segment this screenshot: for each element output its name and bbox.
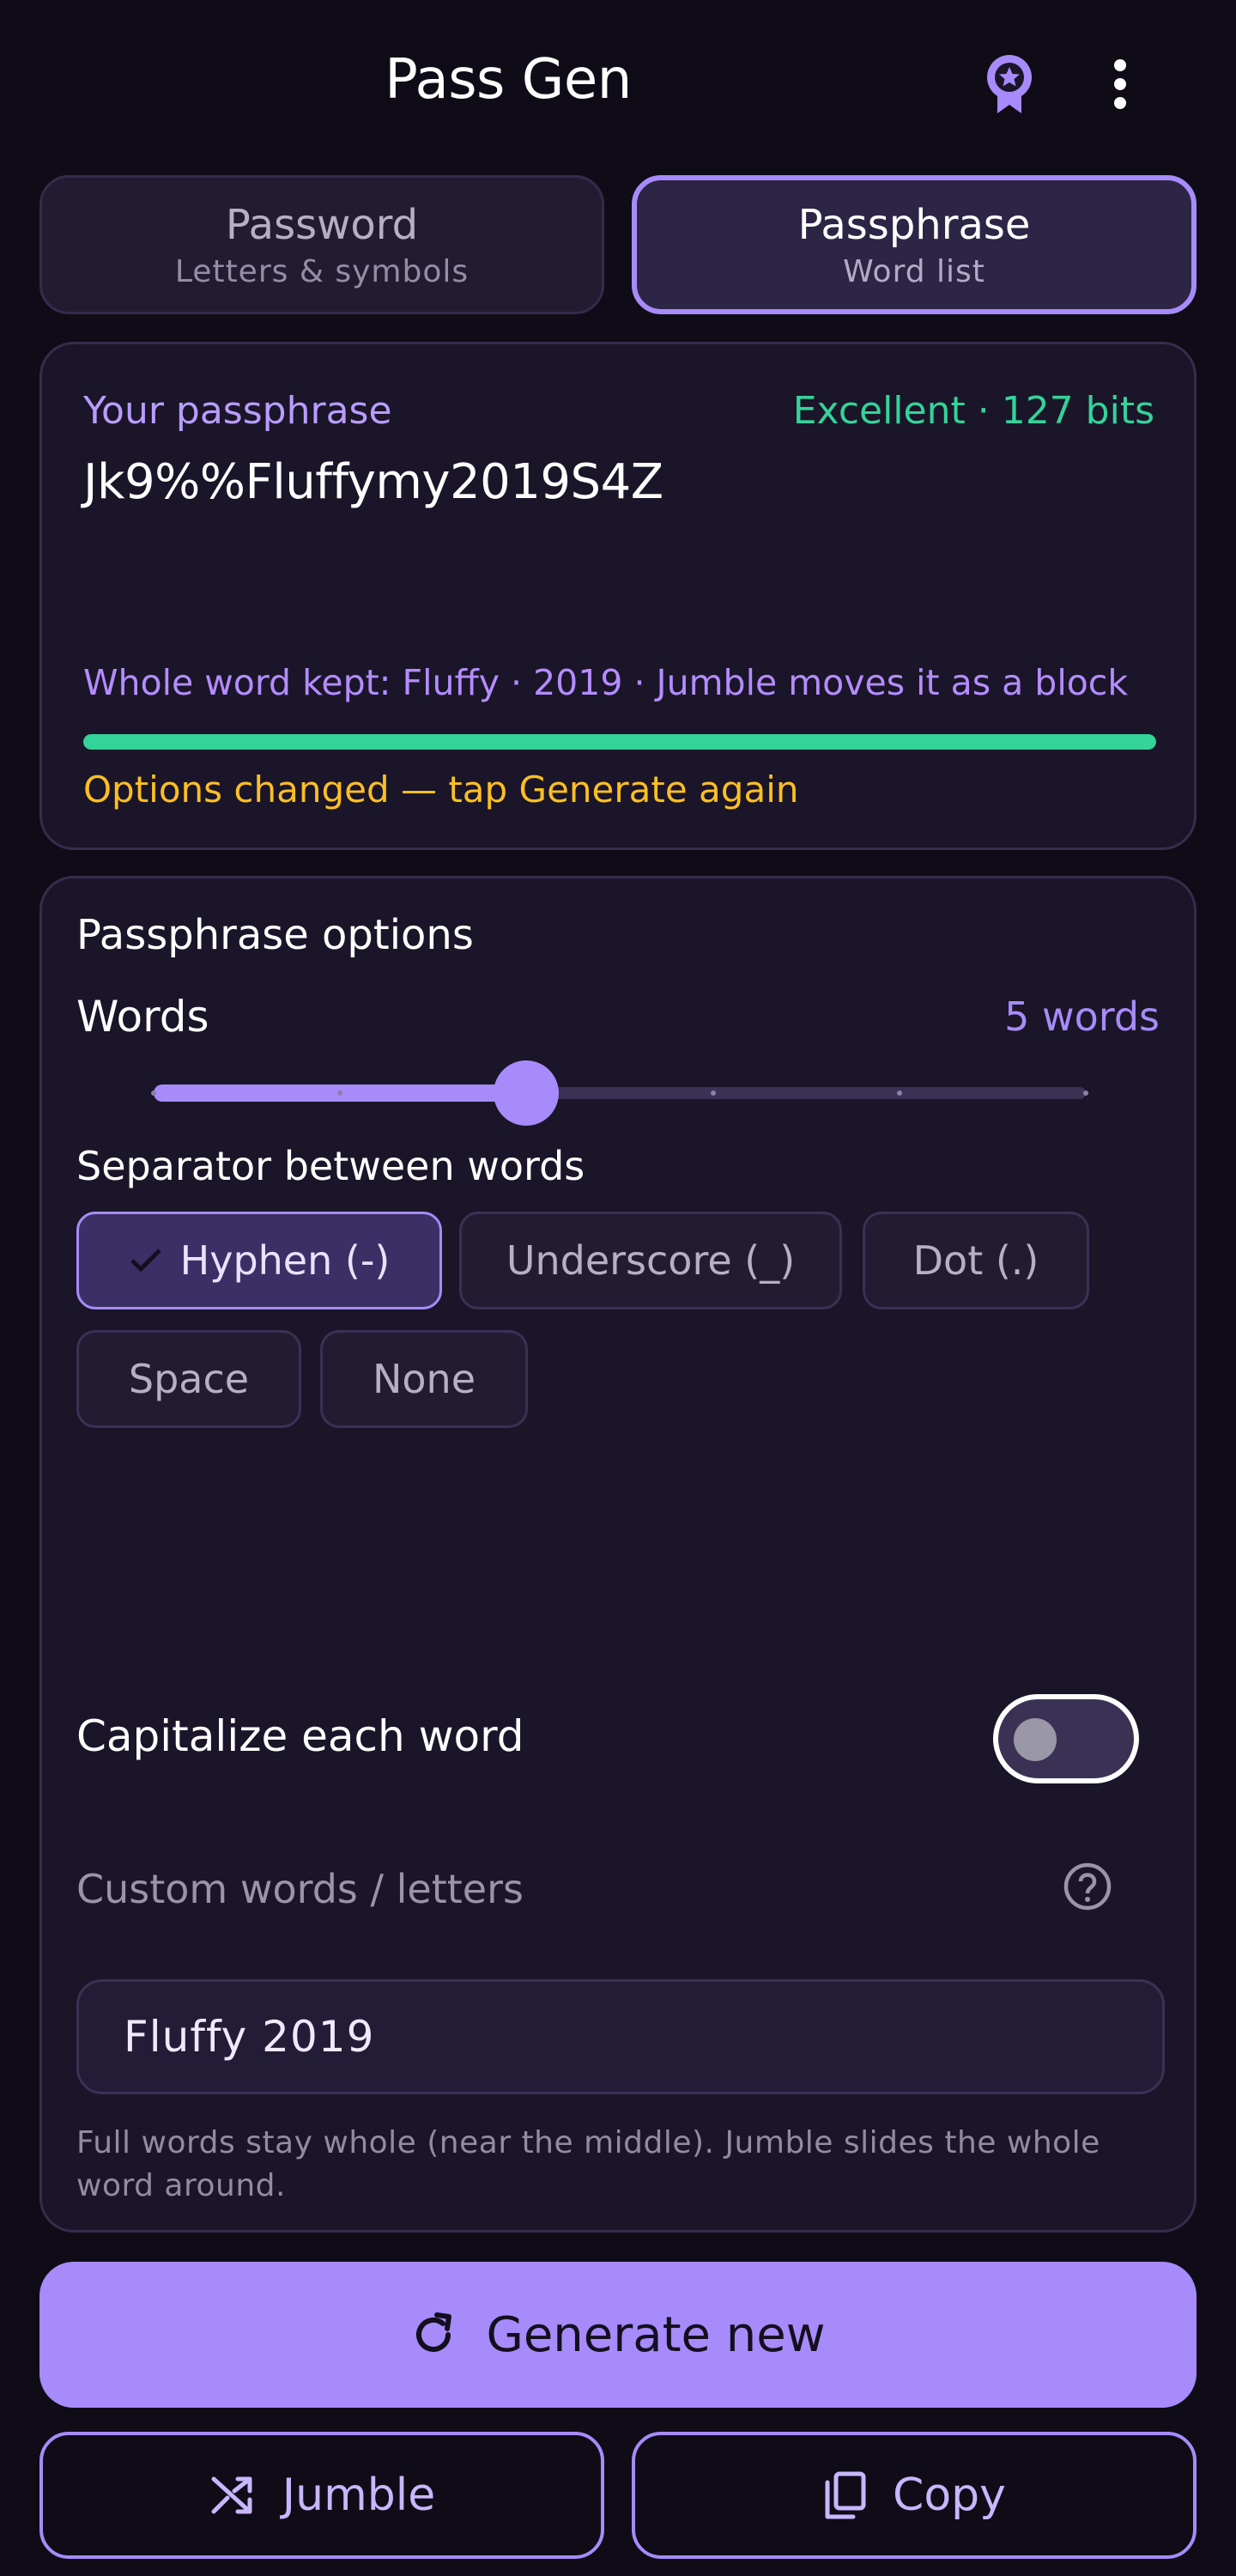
result-label: Your passphrase [83,389,392,433]
slider-tick [1083,1091,1088,1096]
check-icon [130,1249,161,1273]
kept-words-note: Whole word kept: Fluffy · 2019 · Jumble … [83,662,1129,703]
slider-thumb[interactable] [494,1060,560,1126]
options-title: Passphrase options [76,911,474,959]
strength-indicator: Excellent · 127 bits [792,389,1154,433]
separator-chip-label: Hyphen (-) [179,1237,391,1284]
slider-tick [896,1091,902,1096]
capitalize-toggle[interactable] [993,1694,1139,1783]
jumble-button[interactable]: Jumble [39,2432,604,2559]
tab-passphrase-subtitle: Word list [843,253,985,289]
separator-chip-space[interactable]: Space [76,1330,301,1428]
slider-tick [710,1091,716,1096]
strength-meter [83,734,1156,750]
more-vertical-icon [1114,59,1126,109]
award-button[interactable] [978,50,1040,118]
separator-label: Separator between words [76,1143,585,1189]
tab-password[interactable]: Password Letters & symbols [39,175,604,314]
words-count-value: 5 words [1004,993,1160,1040]
app-root: Pass Gen Password Letters & symbols Pass… [0,0,1236,2576]
generated-passphrase[interactable]: Jk9%%Fluffymy2019S4Z [83,454,663,510]
copy-label: Copy [893,2470,1006,2521]
strength-meter-fill [83,734,1156,750]
custom-words-input[interactable] [76,1979,1165,2094]
toggle-knob [1014,1718,1057,1761]
passphrase-options-card: Passphrase options Words 5 words Separat… [39,876,1197,2233]
copy-button[interactable]: Copy [632,2432,1197,2559]
shuffle-icon [211,2476,252,2514]
help-circle-icon[interactable] [1062,1861,1113,1912]
generate-new-label: Generate new [486,2306,826,2363]
more-options-button[interactable] [1090,53,1150,115]
tab-password-label: Password [225,200,419,249]
generate-new-button[interactable]: Generate new [39,2262,1197,2408]
separator-chip-label: Space [128,1356,250,1402]
separator-chip-label: Underscore (_) [506,1237,796,1284]
separator-chip-none[interactable]: None [320,1330,528,1428]
custom-words-helper: Full words stay whole (near the middle).… [76,2125,1100,2203]
result-card: Your passphrase Excellent · 127 bits Jk9… [39,342,1197,850]
award-badge-icon [987,55,1032,113]
separator-chip-hyphen[interactable]: Hyphen (-) [76,1212,442,1309]
refresh-icon [416,2312,452,2352]
app-title: Pass Gen [385,48,632,112]
word-count-slider[interactable] [151,1060,1088,1126]
slider-tick [151,1091,156,1096]
separator-chip-label: None [372,1356,476,1402]
options-changed-warning: Options changed — tap Generate again [83,769,799,811]
capitalize-label: Capitalize each word [76,1711,524,1761]
jumble-label: Jumble [282,2470,436,2521]
copy-icon [825,2471,866,2519]
tab-passphrase-label: Passphrase [797,200,1031,249]
words-label: Words [76,992,209,1042]
separator-chip-label: Dot (.) [912,1237,1039,1284]
tab-password-subtitle: Letters & symbols [174,253,470,289]
separator-chip-dot[interactable]: Dot (.) [863,1212,1089,1309]
separator-chip-underscore[interactable]: Underscore (_) [459,1212,842,1309]
tab-passphrase[interactable]: Passphrase Word list [632,175,1197,314]
top-app-bar: Pass Gen [0,0,1236,163]
custom-words-label: Custom words / letters [76,1866,524,1912]
